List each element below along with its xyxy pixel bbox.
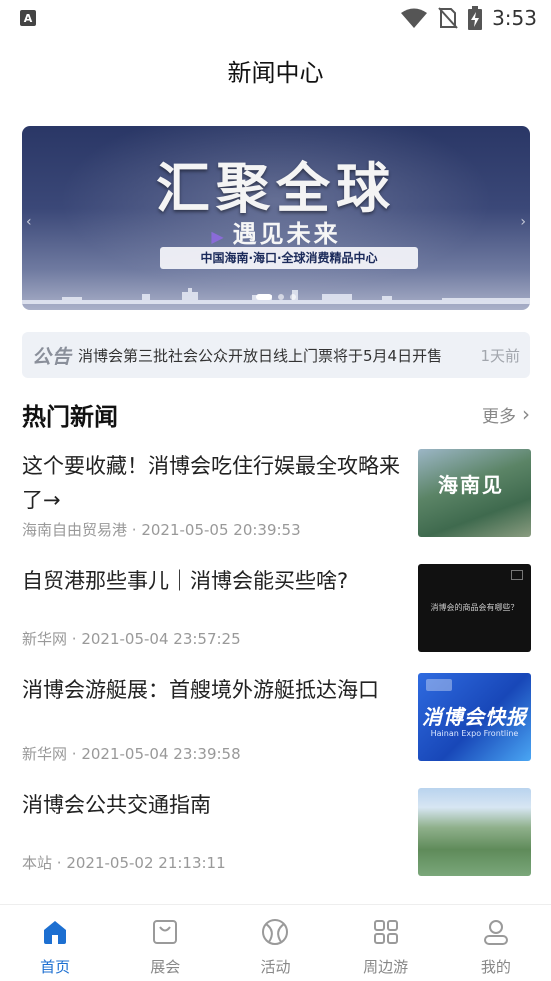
expo-logo-icon [426, 679, 452, 691]
app-notification-icon: A [20, 10, 36, 26]
user-icon [483, 920, 508, 945]
notice-text[interactable]: 消博会第三批社会公众开放日线上门票将于5月4日开售 [78, 345, 466, 366]
news-item[interactable]: 消博会游艇展：首艘境外游艇抵达海口 新华网 · 2021-05-04 23:39… [22, 673, 531, 763]
chevron-right-icon: › [522, 402, 530, 426]
notice-bar[interactable]: 公告 消博会第三批社会公众开放日线上门票将于5月4日开售 1天前 [22, 332, 530, 378]
news-title[interactable]: 消博会游艇展：首艘境外游艇抵达海口 [22, 673, 400, 707]
news-datetime: 2021-05-04 23:57:25 [81, 630, 241, 648]
tab-activity[interactable]: 活动 [220, 905, 330, 977]
status-time: 3:53 [492, 6, 537, 30]
banner-prev-arrow-icon[interactable]: ‹ [26, 214, 32, 230]
news-item[interactable]: 消博会公共交通指南 本站 · 2021-05-02 21:13:11 [22, 788, 531, 878]
news-thumbnail[interactable]: 消博会的商品会有哪些？ [418, 564, 531, 652]
news-meta: 新华网 · 2021-05-04 23:57:25 [22, 630, 241, 648]
banner-next-arrow-icon[interactable]: › [520, 214, 526, 230]
news-datetime: 2021-05-05 20:39:53 [141, 521, 301, 539]
tab-nearby[interactable]: 周边游 [331, 905, 441, 977]
news-source: 海南自由贸易港 [22, 521, 128, 539]
banner-headline: 汇聚全球 [156, 156, 396, 220]
ball-icon [262, 919, 289, 945]
news-title[interactable]: 这个要收藏！消博会吃住行娱最全攻略来了→ [22, 449, 400, 517]
news-title[interactable]: 自贸港那些事儿｜消博会能买些啥? [22, 564, 400, 598]
section-title: 热门新闻 [22, 402, 118, 431]
tab-home[interactable]: 首页 [0, 905, 110, 977]
hot-news-header: 热门新闻 更多 › [22, 396, 530, 432]
more-label: 更多 [482, 406, 516, 427]
banner-carousel[interactable]: 汇聚全球 ▶ 遇见未来 中国海南·海口·全球消费精品中心 ‹ › [22, 126, 530, 310]
tab-label: 周边游 [363, 958, 409, 976]
thumbnail-caption: 消博会快报 [422, 705, 527, 729]
news-source: 新华网 [22, 630, 68, 648]
banner-dot[interactable] [290, 294, 296, 300]
tab-mine[interactable]: 我的 [441, 905, 551, 977]
city-skyline-graphic [22, 288, 530, 304]
news-meta: 新华网 · 2021-05-04 23:39:58 [22, 745, 241, 763]
news-title[interactable]: 消博会公共交通指南 [22, 788, 400, 822]
thumbnail-caption: 消博会的商品会有哪些？ [430, 603, 519, 612]
news-datetime: 2021-05-04 23:39:58 [81, 745, 241, 763]
banner-subline: ▶ 遇见未来 [22, 214, 530, 249]
news-source: 本站 [22, 854, 53, 872]
news-thumbnail[interactable]: 海南见 [418, 449, 531, 537]
news-meta: 本站 · 2021-05-02 21:13:11 [22, 854, 226, 872]
notice-time: 1天前 [480, 346, 520, 365]
home-icon [44, 921, 67, 944]
news-source: 新华网 [22, 745, 68, 763]
tab-label: 我的 [480, 958, 511, 976]
tab-label: 首页 [40, 958, 71, 976]
news-item[interactable]: 自贸港那些事儿｜消博会能买些啥? 新华网 · 2021-05-04 23:57:… [22, 564, 531, 654]
wifi-icon [401, 8, 428, 28]
news-item[interactable]: 这个要收藏！消博会吃住行娱最全攻略来了→ 海南自由贸易港 · 2021-05-0… [22, 449, 531, 539]
bottom-tab-bar: 首页 展会 活动 周边游 我的 [0, 904, 551, 981]
bag-icon [153, 920, 178, 944]
thumbnail-caption: 海南见 [438, 473, 504, 497]
news-thumbnail[interactable]: 消博会快报 Hainan Expo Frontline [418, 673, 531, 761]
no-sim-icon [438, 7, 458, 29]
banner-subline-text: 遇见未来 [232, 219, 341, 248]
tab-expo[interactable]: 展会 [110, 905, 220, 977]
title-bar: 新闻中心 [0, 48, 551, 92]
banner-dot[interactable] [278, 294, 284, 300]
notice-badge: 公告 [32, 345, 73, 368]
video-logo-icon [511, 570, 523, 580]
tab-label: 活动 [260, 958, 291, 976]
banner-pagination [22, 294, 530, 300]
news-datetime: 2021-05-02 21:13:11 [66, 854, 226, 872]
tab-label: 展会 [150, 958, 181, 976]
banner-tagline: 中国海南·海口·全球消费精品中心 [160, 247, 418, 269]
news-thumbnail[interactable] [418, 788, 531, 876]
thumbnail-subcaption: Hainan Expo Frontline [430, 729, 519, 738]
banner-dot-active[interactable] [256, 294, 272, 300]
news-meta: 海南自由贸易港 · 2021-05-05 20:39:53 [22, 521, 301, 539]
battery-charging-icon [468, 6, 483, 30]
play-triangle-icon: ▶ [211, 227, 227, 246]
page-title: 新闻中心 [227, 58, 324, 87]
grid-icon [373, 920, 398, 944]
status-bar: A 3:53 [0, 0, 551, 36]
more-link[interactable]: 更多 › [482, 402, 530, 427]
